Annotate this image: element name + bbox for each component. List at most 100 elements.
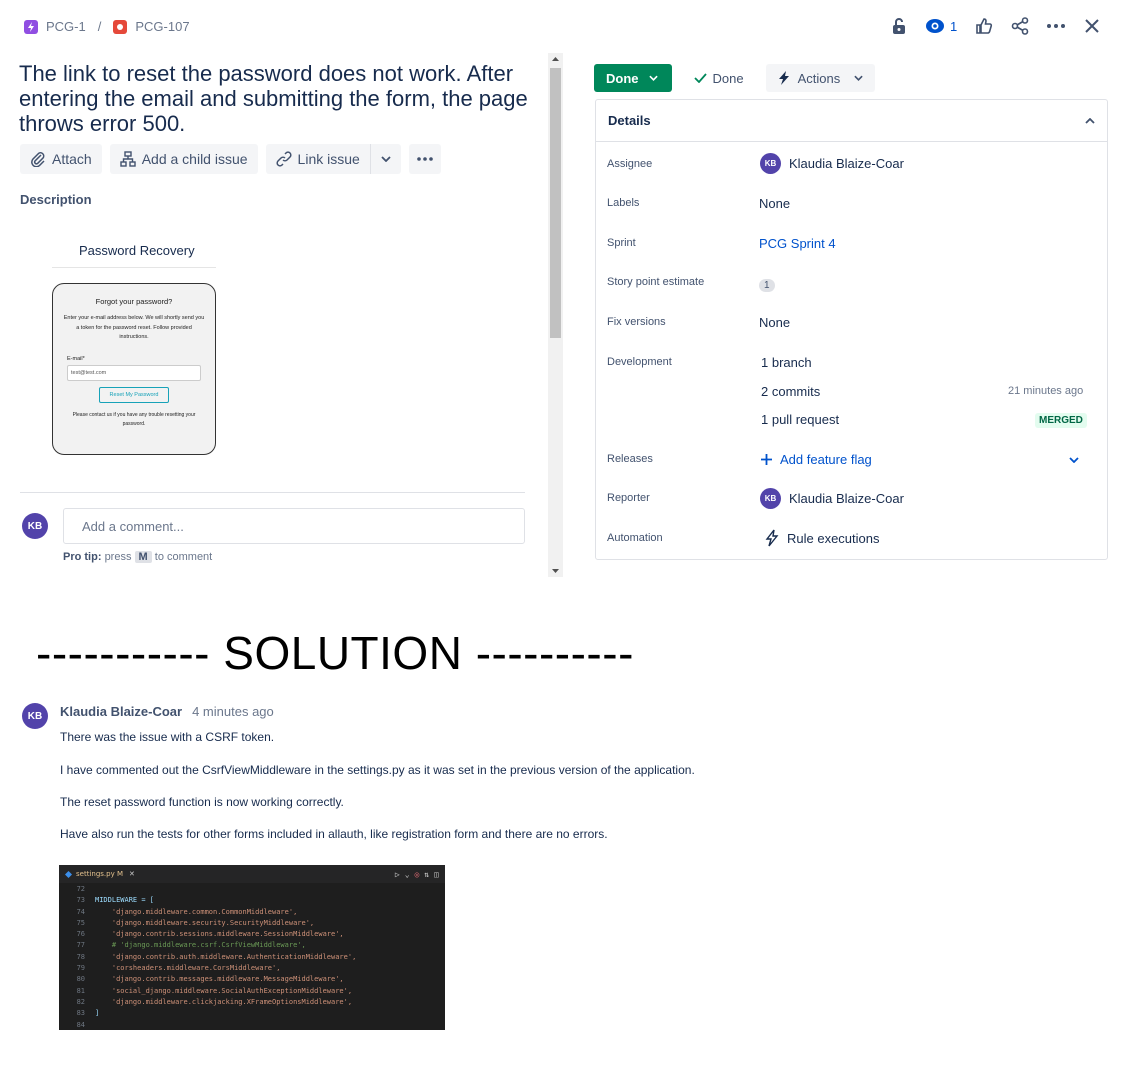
add-feature-flag-label: Add feature flag [780,452,872,467]
development-pull-request[interactable]: 1 pull request [761,412,839,427]
assignee-name: Klaudia Blaize-Coar [789,156,904,171]
comment-paragraph: The reset password function is now worki… [60,795,344,809]
comment-paragraph: Have also run the tests for other forms … [60,827,608,841]
bug-icon [113,19,128,34]
code-line: 76 'django.contrib.sessions.middleware.S… [59,929,445,940]
share-icon[interactable] [1011,17,1029,35]
status-label: Done [606,70,639,86]
rule-executions-link[interactable]: Rule executions [765,529,880,547]
code-line: 84 [59,1020,445,1031]
watch-button[interactable]: 1 [926,19,957,34]
more-actions-button[interactable] [408,144,441,174]
reporter-label: Reporter [607,492,650,504]
code-text: 'django.contrib.sessions.middleware.Sess… [95,930,344,939]
assignee-value[interactable]: KB Klaudia Blaize-Coar [760,153,904,174]
add-child-issue-button[interactable]: Add a child issue [109,144,258,174]
unlock-icon[interactable] [890,17,908,35]
resolution-label: Done [712,70,744,86]
releases-expand[interactable] [1069,457,1079,463]
embedded-divider [52,267,216,268]
embedded-image-title: Password Recovery [79,243,195,258]
breadcrumb-current[interactable]: PCG-107 [135,19,189,34]
status-button[interactable]: Done [594,64,672,92]
lightning-outline-icon [765,529,779,547]
embedded-heading: Forgot your password? [95,297,173,306]
line-number: 79 [76,964,85,973]
story-points-value[interactable]: 1 [759,275,775,292]
plus-icon [761,454,772,465]
development-commits[interactable]: 2 commits [761,384,820,399]
run-icon: ▷ [394,869,400,879]
avatar: KB [22,513,48,539]
embedded-email-input: test@test.com [67,364,201,381]
scrollbar-thumb[interactable] [550,68,561,338]
link-issue-label: Link issue [297,151,360,167]
details-header[interactable]: Details [596,100,1107,142]
code-line: 83] [59,1008,445,1019]
chevron-down-icon [648,75,658,81]
more-icon[interactable] [1047,17,1066,35]
code-text: 'django.contrib.auth.middleware.Authenti… [95,952,357,961]
story-points-label: Story point estimate [607,276,705,288]
reporter-value[interactable]: KB Klaudia Blaize-Coar [760,488,904,509]
actions-button[interactable]: Actions [765,64,876,92]
details-title: Details [608,113,651,128]
status-bar: Done Done Actions [594,64,876,92]
close-icon[interactable] [1083,17,1101,35]
breadcrumb-separator: / [97,19,102,34]
code-line: 75 'django.middleware.security.SecurityM… [59,918,445,929]
line-number: 73 [76,896,85,905]
editor-actions: ▷ ⌄ ◎ ⇅ ◫ [395,870,439,879]
add-feature-flag-button[interactable]: Add feature flag [761,452,872,467]
code-line: 79 'corsheaders.middleware.CorsMiddlewar… [59,963,445,974]
fix-versions-value[interactable]: None [759,315,790,330]
watch-count: 1 [950,18,958,34]
link-issue-dropdown[interactable] [371,156,401,162]
merged-badge: MERGED [1035,413,1087,428]
issue-title[interactable]: The link to reset the password does not … [19,61,529,136]
protip-key: M [134,551,152,563]
comment-divider [20,492,525,493]
breadcrumb-parent[interactable]: PCG-1 [46,19,86,34]
editor-tab: settings.py M ✕ [65,870,135,878]
avatar: KB [760,488,781,509]
split-editor-icon: ◫ [434,869,439,879]
code-lines: 72 73 MIDDLEWARE = [74 'django.middleware.… [59,883,445,1031]
code-line: 73 MIDDLEWARE = [ [59,895,445,906]
comment-author[interactable]: Klaudia Blaize-Coar [60,704,182,719]
check-icon [693,73,707,83]
line-number: 76 [76,930,85,939]
scrollbar[interactable] [548,53,563,577]
attach-button[interactable]: Attach [20,144,102,174]
development-branch[interactable]: 1 branch [761,355,812,370]
scroll-up-icon [552,57,559,61]
editor-tab-label: settings.py M [76,870,123,878]
link-issue-group: Link issue [265,144,401,174]
record-icon: ◎ [414,869,420,879]
story-points-badge: 1 [759,279,775,292]
avatar: KB [22,703,48,729]
line-number: 74 [76,907,85,916]
sprint-value[interactable]: PCG Sprint 4 [759,236,836,251]
like-icon[interactable] [975,17,993,35]
code-text: 'django.contrib.messages.middleware.Mess… [95,975,344,984]
comment-input[interactable]: Add a comment... [63,508,525,544]
labels-value[interactable]: None [759,196,790,211]
comment-paragraph: I have commented out the CsrfViewMiddlew… [60,763,695,777]
line-number: 77 [76,941,85,950]
comment-header: Klaudia Blaize-Coar 4 minutes ago [60,704,274,719]
line-number: 78 [76,952,85,961]
protip-suffix: to comment [154,551,213,563]
protip-press: press [104,551,132,563]
link-issue-button[interactable]: Link issue [275,144,371,174]
paperclip-icon [31,152,45,167]
add-child-label: Add a child issue [141,151,248,167]
code-screenshot: settings.py M ✕ ▷ ⌄ ◎ ⇅ ◫ 72 73 MIDDLEWARE… [59,865,445,1030]
attach-label: Attach [52,151,92,167]
line-number: 80 [76,975,85,984]
embedded-text: Enter your e-mail address below. We will… [63,315,205,340]
code-text: # 'django.middleware.csrf.CsrfViewMiddle… [95,941,306,950]
releases-label: Releases [607,453,653,465]
line-number: 81 [76,986,85,995]
comment-paragraph: There was the issue with a CSRF token. [60,730,275,744]
